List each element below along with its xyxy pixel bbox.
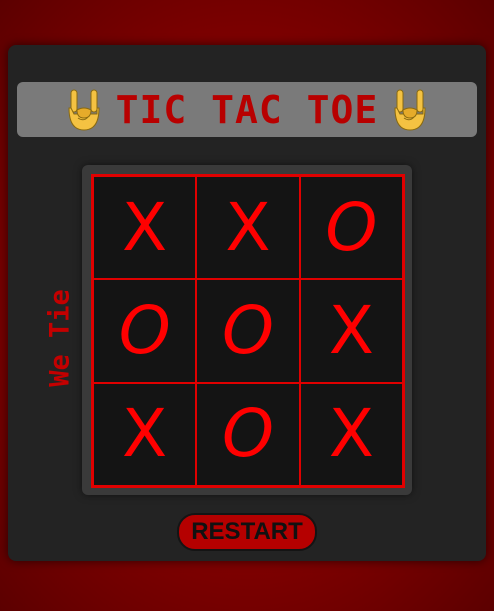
title-bar: TIC TAC TOE [17, 82, 477, 137]
board-cell-r2-c1[interactable]: O [93, 279, 197, 383]
board-cell-r2-c3[interactable]: X [299, 279, 403, 383]
game-board: X X O O O X X O X [91, 174, 405, 488]
sign-of-the-horns-icon [68, 89, 100, 131]
board-cell-r3-c2[interactable]: O [196, 382, 300, 486]
board-cell-r1-c3[interactable]: O [299, 176, 403, 280]
board-cell-r1-c1[interactable]: X [93, 176, 197, 280]
restart-button[interactable]: RESTART [177, 513, 317, 551]
board-cell-r3-c1[interactable]: X [93, 382, 197, 486]
game-title: TIC TAC TOE [115, 87, 379, 132]
game-status: We Tie [44, 289, 76, 387]
game-screen: TIC TAC TOE We Tie X X O O O X X O X RES… [0, 0, 494, 611]
board-cell-r1-c2[interactable]: X [196, 176, 300, 280]
board-cell-r2-c2[interactable]: O [196, 279, 300, 383]
sign-of-the-horns-icon [394, 89, 426, 131]
board-cell-r3-c3[interactable]: X [299, 382, 403, 486]
